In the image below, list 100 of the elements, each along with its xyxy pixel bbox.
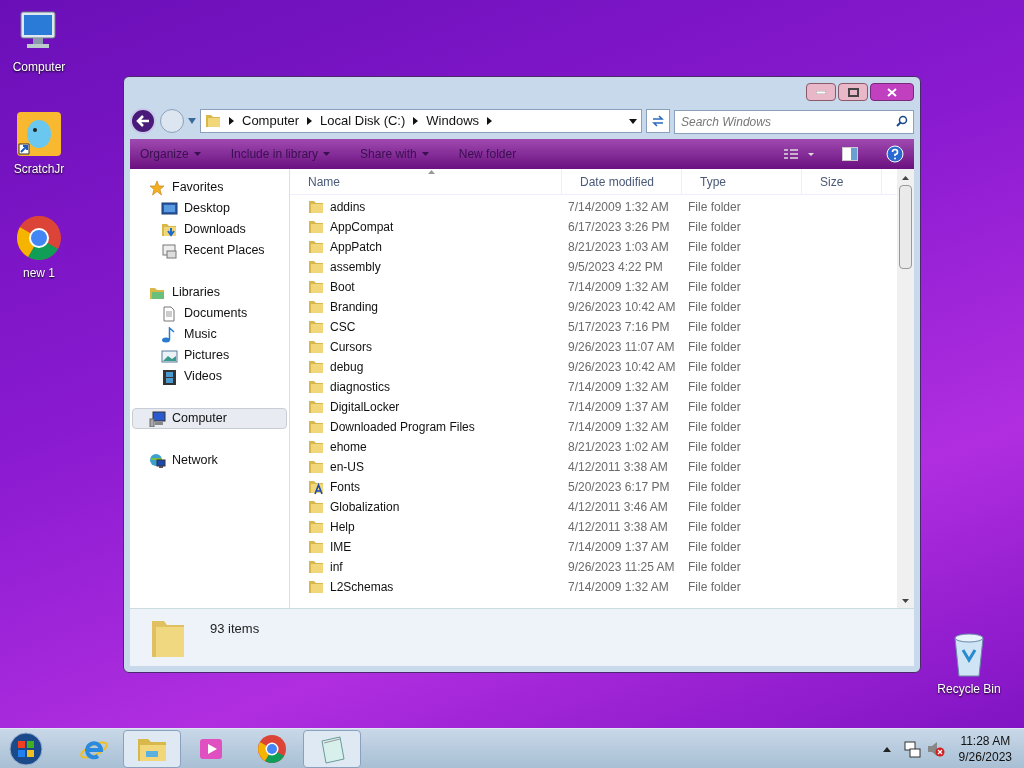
file-name[interactable]: debug [330,358,364,376]
chevron-right-icon[interactable] [229,117,234,125]
date-modified: 9/5/2023 4:22 PM [567,259,664,276]
file-name[interactable]: assembly [330,258,381,276]
folder-icon [308,199,324,215]
network-globe-icon [149,452,166,469]
file-name[interactable]: Downloaded Program Files [330,418,475,436]
search-field[interactable]: Search Windows [674,110,914,134]
desktop-icon-label: Recycle Bin [937,681,1001,698]
desktop-icon[interactable]: new 1 [0,214,78,282]
file-type: File folder [687,199,742,216]
folder-icon [308,339,324,355]
navigation-item[interactable]: Music [132,324,287,345]
folder-download-icon [161,221,178,238]
folder-icon [308,519,324,535]
folder-icon [308,399,324,415]
folder-icon [308,359,324,375]
breadcrumb[interactable]: Windows [426,111,480,131]
folder-icon [308,379,324,395]
speaker-muted-icon[interactable] [926,739,945,758]
dropdown-arrow-icon[interactable] [629,118,637,124]
file-name[interactable]: diagnostics [330,378,391,396]
navigation-item[interactable]: Downloads [132,219,287,240]
breadcrumb[interactable]: Local Disk (C:) [320,111,406,131]
file-type: File folder [687,539,742,556]
refresh-button[interactable] [646,109,670,133]
file-type: File folder [687,219,742,236]
file-name[interactable]: CSC [330,318,356,336]
file-name[interactable]: DigitalLocker [330,398,400,416]
network-icon[interactable] [902,739,921,758]
show-hidden-icons-icon[interactable] [882,745,891,752]
file-name[interactable]: addins [330,198,366,216]
minimize-button[interactable] [806,83,836,101]
address-bar[interactable]: Computer Local Disk (C:) Windows [200,109,642,133]
file-name[interactable]: ehome [330,438,367,456]
close-button[interactable] [870,83,914,101]
chevron-right-icon[interactable] [487,117,493,125]
vertical-scrollbar[interactable] [897,169,914,608]
folder-icon [205,113,221,129]
file-type: File folder [687,579,742,596]
maximize-button[interactable] [838,83,868,101]
monitor-icon [161,200,178,217]
folder-icon [308,459,324,475]
search-icon [896,115,908,127]
navigation-item[interactable]: Desktop [132,198,287,219]
date-modified: 7/14/2009 1:32 AM [567,419,670,436]
view-options-icon[interactable] [784,148,814,160]
chrome-icon [15,214,63,262]
file-type: File folder [687,259,742,276]
file-name[interactable]: Fonts [330,478,360,496]
refresh-icon [651,115,665,127]
preview-pane-icon[interactable] [842,147,858,161]
file-name[interactable]: AppCompat [330,218,394,236]
scrollbar-thumb[interactable] [899,185,912,269]
navigation-item[interactable]: Libraries [132,282,287,303]
chevron-right-icon[interactable] [413,117,419,125]
chevron-right-icon[interactable] [307,117,313,125]
file-name[interactable]: AppPatch [330,238,383,256]
clock[interactable]: 11:28 AM 9/26/2023 [958,732,1012,765]
back-button[interactable] [130,108,156,134]
navigation-item[interactable]: Documents [132,303,287,324]
file-type: File folder [687,299,742,316]
date-modified: 7/14/2009 1:32 AM [567,199,670,216]
breadcrumb[interactable]: Computer [242,111,300,131]
date-modified: 8/21/2023 1:02 AM [567,439,670,456]
start-button[interactable] [6,730,46,767]
desktop-icon[interactable]: Recycle Bin [930,630,1008,698]
file-name[interactable]: Cursors [330,338,372,356]
help-icon[interactable] [886,145,904,163]
file-name[interactable]: en-US [330,458,364,476]
file-name[interactable]: Branding [330,298,379,316]
folder-icon [308,239,324,255]
date-modified: 7/14/2009 1:32 AM [567,579,670,596]
navigation-item[interactable]: Favorites [132,177,287,198]
windows-logo-icon [9,731,43,766]
clock-date: 9/26/2023 [958,748,1012,765]
file-name[interactable]: Help [330,518,355,536]
column-header[interactable]: Type [682,169,802,194]
date-modified: 6/17/2023 3:26 PM [567,219,671,236]
navigation-item[interactable]: Computer [132,408,287,429]
navigation-item[interactable]: Videos [132,366,287,387]
folder-icon [308,439,324,455]
file-name[interactable]: Globalization [330,498,400,516]
column-header[interactable]: Date modified [562,169,682,194]
desktop-icon[interactable]: ScratchJr [0,110,78,178]
desktop-icon[interactable]: Computer [0,8,78,76]
navigation-item[interactable]: Recent Places [132,240,287,261]
file-type: File folder [687,459,742,476]
file-name[interactable]: inf [330,558,343,576]
desktop-icon-label: Computer [12,59,66,76]
folder-icon [308,279,324,295]
column-header[interactable]: Size [802,169,882,194]
navigation-item[interactable]: Pictures [132,345,287,366]
folder-icon [308,419,324,435]
file-name[interactable]: Boot [330,278,355,296]
file-name[interactable]: IME [330,538,352,556]
date-modified: 4/12/2011 3:46 AM [567,499,669,516]
file-name[interactable]: L2Schemas [330,578,394,596]
column-header[interactable]: Name [290,169,562,194]
navigation-item[interactable]: Network [132,450,287,471]
